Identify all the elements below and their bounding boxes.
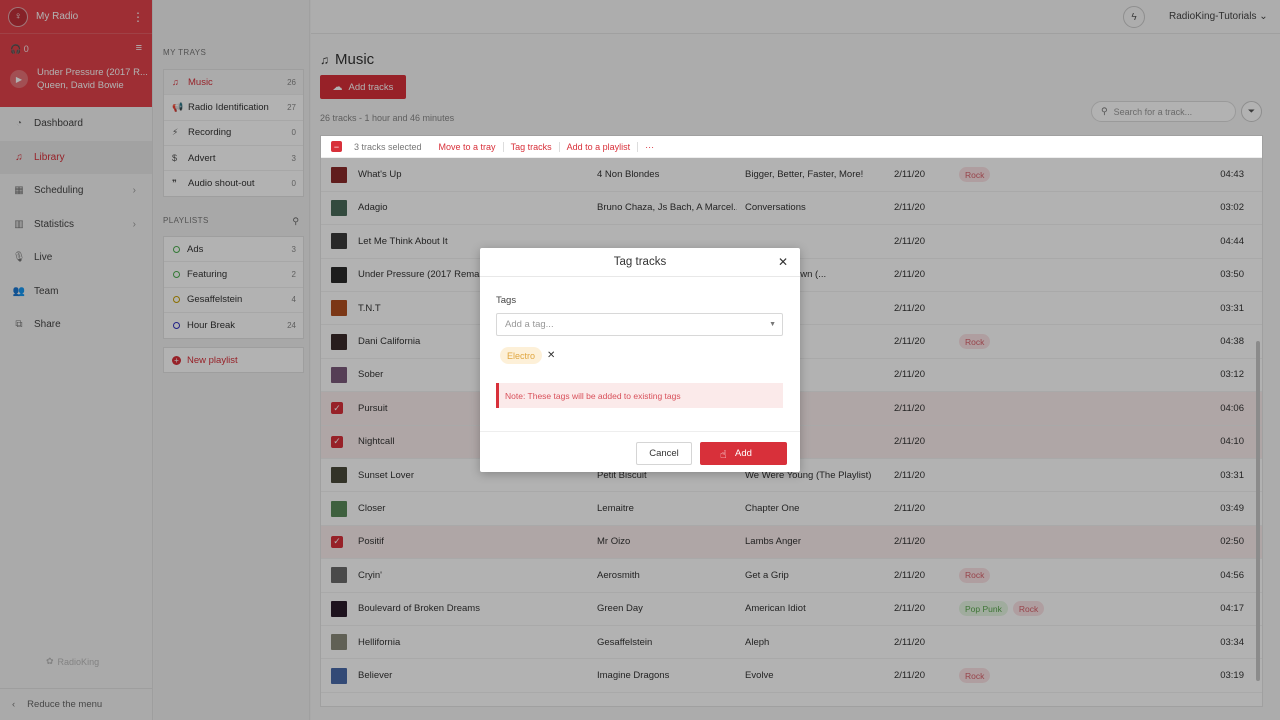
- selection-bar: − 3 tracks selected Move to a tray Tag t…: [321, 136, 1262, 158]
- add-to-playlist-action[interactable]: Add to a playlist: [558, 141, 638, 152]
- modal-header: Tag tracks ✕: [480, 248, 800, 277]
- move-to-tray-action[interactable]: Move to a tray: [432, 142, 503, 152]
- tags-label: Tags: [496, 295, 517, 306]
- remove-tag-icon[interactable]: ✕: [547, 350, 555, 361]
- modal-title: Tag tracks: [613, 256, 667, 268]
- deselect-all-checkbox[interactable]: −: [331, 141, 342, 152]
- add-button[interactable]: Add: [700, 442, 787, 465]
- pointer-cursor-icon: ☝: [720, 449, 727, 461]
- selected-count: 3 tracks selected: [354, 141, 422, 152]
- tag-chip-label: Electro: [500, 347, 543, 364]
- modal-footer: Cancel Add ☝: [480, 431, 800, 472]
- tag-chip: Electro ✕: [500, 346, 555, 365]
- cancel-button[interactable]: Cancel: [636, 442, 692, 465]
- caret-down-icon: ▼: [769, 321, 776, 328]
- tag-select-input[interactable]: Add a tag... ▼: [496, 313, 783, 336]
- more-actions[interactable]: ···: [637, 141, 661, 152]
- tag-tracks-modal: Tag tracks ✕ Tags Add a tag... ▼ Electro…: [480, 248, 800, 472]
- tag-tracks-action[interactable]: Tag tracks: [502, 141, 559, 152]
- tags-note: Note: These tags will be added to existi…: [496, 383, 783, 408]
- close-icon[interactable]: ✕: [778, 255, 788, 269]
